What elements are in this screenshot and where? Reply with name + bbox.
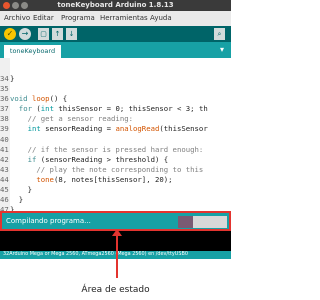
- code-line: 39 int sensorReading = analogRead(thisSe…: [0, 124, 231, 134]
- code-line: 42 if (sensorReading > threshold) {: [0, 155, 231, 165]
- tab-toneKeyboard[interactable]: toneKeyboard: [4, 45, 61, 58]
- menu-ayuda[interactable]: Ayuda: [150, 14, 172, 22]
- line-number: 41: [0, 144, 9, 154]
- toolbar: ✓ → ▢ ↑ ↓ ⌕: [0, 26, 231, 42]
- magnifier-icon: ⌕: [217, 30, 222, 38]
- code-token: thisSensor = 0; thisSensor < 3; th: [53, 104, 208, 114]
- new-sketch-button[interactable]: ▢: [38, 28, 49, 40]
- code-token: // get a sensor reading:: [10, 114, 134, 124]
- code-token: tone: [36, 174, 54, 184]
- line-number: 39: [0, 124, 9, 134]
- menu-programa[interactable]: Programa: [61, 14, 95, 22]
- line-number: 40: [0, 134, 9, 144]
- annotation-arrow-head: [112, 229, 122, 236]
- upload-button[interactable]: →: [19, 28, 31, 40]
- line-number: 43: [0, 164, 9, 174]
- progress-fill: [178, 216, 194, 228]
- code-editor[interactable]: 34} 35 36void loop() {37 for (int thisSens…: [0, 58, 231, 211]
- code-lines: 34} 35 36void loop() {37 for (int thisSens…: [0, 74, 231, 211]
- line-number: 46: [0, 195, 9, 205]
- check-icon: ✓: [6, 29, 14, 38]
- code-line: 35: [0, 84, 231, 94]
- code-token: int: [27, 124, 41, 134]
- code-token: analogRead: [115, 124, 160, 134]
- annotation-arrow-shaft: [116, 233, 118, 278]
- open-sketch-button[interactable]: ↑: [52, 28, 63, 40]
- tab-menu-icon[interactable]: ▾: [217, 45, 227, 55]
- code-line: 44 tone(8, notes[thisSensor], 20);: [0, 175, 231, 185]
- code-line: 36void loop() {: [0, 94, 231, 104]
- code-line: 46 }: [0, 195, 231, 205]
- code-token: (8, notes[thisSensor], 20);: [53, 174, 173, 184]
- code-token: loop: [31, 94, 50, 104]
- code-token: for: [18, 104, 32, 114]
- status-message: Compilando programa...: [6, 217, 91, 225]
- arduino-ide-window: toneKeyboard Arduino 1.8.13 Archivo Edit…: [0, 0, 231, 259]
- code-token: // if the sensor is pressed hard enough:: [10, 144, 204, 154]
- code-token: (thisSensor: [159, 124, 208, 134]
- menu-archivo[interactable]: Archivo: [4, 14, 30, 22]
- board-info-text: 32Arduino Mega or Mega 2560, ATmega2560 …: [3, 251, 188, 257]
- verify-button[interactable]: ✓: [4, 28, 16, 40]
- code-token: }: [10, 195, 24, 205]
- menu-herramientas[interactable]: Herramientas: [100, 14, 148, 22]
- code-token: () {: [49, 94, 68, 104]
- code-token: (sensorReading > threshold) {: [36, 154, 169, 164]
- serial-monitor-button[interactable]: ⌕: [214, 28, 225, 40]
- line-number: 37: [0, 104, 9, 114]
- code-line: 45 }: [0, 185, 231, 195]
- line-number: 34: [0, 74, 9, 83]
- save-sketch-button[interactable]: ↓: [66, 28, 77, 40]
- code-token: // play the note corresponding to this: [10, 164, 204, 174]
- line-number: 44: [0, 174, 9, 184]
- arrow-right-icon: →: [21, 29, 29, 38]
- code-token: sensorReading =: [40, 124, 116, 134]
- line-number: 36: [0, 94, 9, 104]
- new-file-icon: ▢: [40, 30, 47, 38]
- code-line: 37 for (int thisSensor = 0; thisSensor <…: [0, 104, 231, 114]
- annotation-caption: Área de estado: [81, 285, 150, 295]
- code-token: (: [31, 104, 41, 114]
- progress-bar: [178, 216, 227, 228]
- save-arrow-icon: ↓: [68, 30, 75, 38]
- line-number: 45: [0, 185, 9, 195]
- window-title: toneKeyboard Arduino 1.8.13: [57, 1, 174, 9]
- line-number: 38: [0, 114, 9, 124]
- code-line: 40: [0, 135, 231, 145]
- code-token: void: [10, 94, 28, 104]
- code-token: }: [10, 74, 15, 83]
- tab-bar: toneKeyboard ▾: [0, 42, 231, 58]
- title-bar: toneKeyboard Arduino 1.8.13: [0, 0, 231, 11]
- code-line: 38 // get a sensor reading:: [0, 114, 231, 124]
- line-number: 35: [0, 84, 9, 94]
- code-line: 43 // play the note corresponding to thi…: [0, 165, 231, 175]
- menu-bar: Archivo Editar Programa Herramientas Ayu…: [0, 11, 231, 27]
- code-line: 41 // if the sensor is pressed hard enou…: [0, 145, 231, 155]
- status-area: Compilando programa...: [0, 211, 231, 231]
- menu-editar[interactable]: Editar: [33, 14, 54, 22]
- code-line: 34}: [0, 74, 231, 84]
- code-token: int: [40, 104, 54, 114]
- open-arrow-icon: ↑: [54, 30, 61, 38]
- line-number: 42: [0, 154, 9, 164]
- code-token: }: [10, 185, 32, 195]
